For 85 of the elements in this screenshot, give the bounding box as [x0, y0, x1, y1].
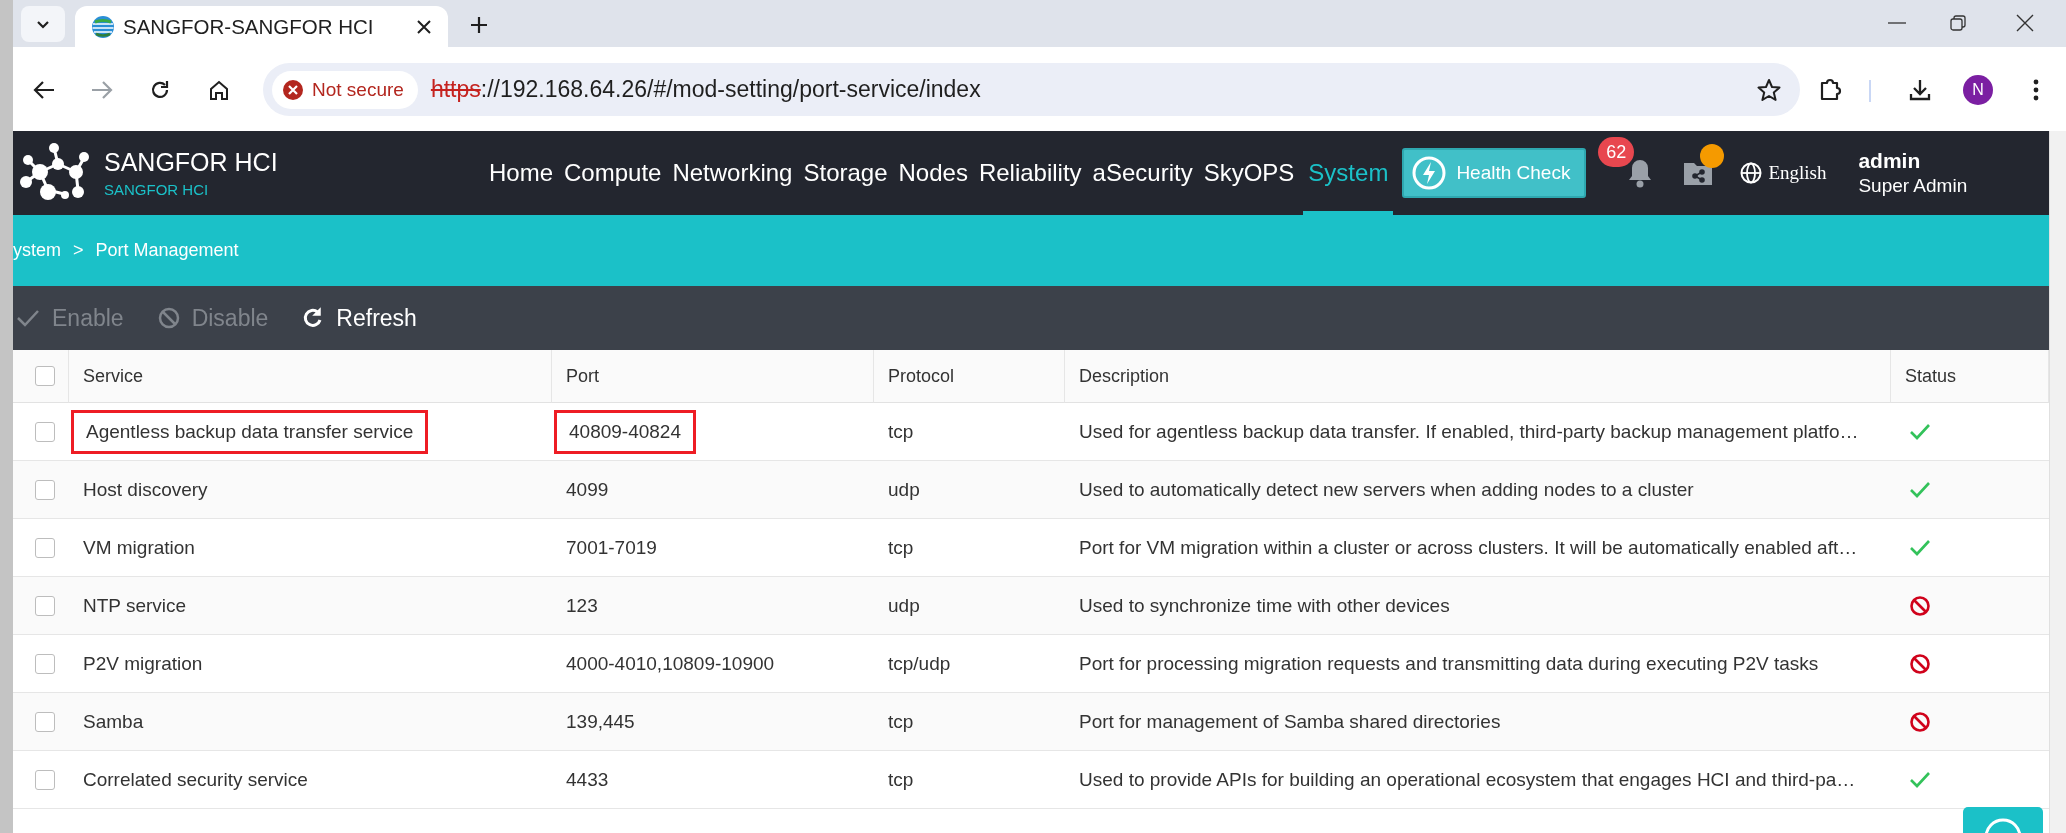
puzzle-icon [1818, 78, 1842, 102]
prohibited-icon [157, 307, 180, 329]
port-number: 40809-40824 [569, 420, 681, 442]
description-text: Used to synchronize time with other devices [1079, 594, 1450, 617]
service-name: Agentless backup data transfer service [86, 420, 414, 442]
product-name: SANGFOR HCI [104, 148, 278, 177]
protocol-text: tcp [888, 536, 914, 559]
url-text: https://192.168.64.26/#/mod-setting/port-service/index [430, 76, 981, 103]
globe-icon [1740, 162, 1763, 184]
nav-tab[interactable]: Storage [801, 131, 890, 215]
column-header: Protocol [888, 365, 955, 387]
protocol-text: tcp [888, 768, 914, 791]
protocol-text: tcp [888, 420, 914, 443]
star-icon [1757, 78, 1781, 102]
lightning-icon [1412, 156, 1447, 190]
column-header: Port [566, 365, 599, 387]
service-name: Correlated security service [83, 768, 308, 791]
port-number: 139,445 [566, 710, 635, 733]
nav-tab[interactable]: Compute [562, 131, 664, 215]
column-header: Status [1905, 365, 1957, 387]
port-number: 4433 [566, 768, 609, 791]
forward-arrow-icon [91, 80, 113, 100]
close-icon [2016, 14, 2034, 32]
row-checkbox[interactable] [35, 479, 55, 500]
port-number: 123 [566, 594, 598, 617]
not-secure-label: Not secure [312, 78, 404, 101]
row-checkbox[interactable] [35, 711, 55, 732]
home-icon [208, 79, 230, 101]
port-number: 4000-4010,10809-10900 [566, 652, 775, 675]
nav-tab[interactable]: SkyOPS [1201, 131, 1297, 215]
globe-logo-icon [91, 14, 115, 39]
browser-tab[interactable]: SANGFOR-SANGFOR HCI [75, 6, 448, 47]
profile-avatar[interactable]: N [1963, 75, 1993, 105]
product-subtitle: SANGFOR HCI [104, 181, 210, 198]
row-checkbox[interactable] [35, 537, 55, 558]
protocol-text: tcp/udp [888, 652, 951, 675]
address-bar[interactable]: Not secure https://192.168.64.26/#/mod-setting/port-service/index [263, 63, 1800, 116]
protocol-text: udp [888, 594, 920, 617]
row-checkbox[interactable] [35, 595, 55, 616]
row-checkbox[interactable] [35, 769, 55, 790]
nav-tab[interactable]: Nodes [896, 131, 970, 215]
plus-icon [469, 15, 489, 35]
service-name: Samba [83, 710, 144, 733]
reload-icon [149, 79, 171, 101]
checkmark-icon [16, 308, 40, 328]
kebab-menu-icon [2033, 79, 2039, 101]
description-text: Used to provide APIs for building an operational ecosystem that engages HCI and third-pa… [1079, 768, 1856, 791]
protocol-text: tcp [888, 710, 914, 733]
port-number: 4099 [566, 478, 609, 501]
notification-badge: 62 [1598, 137, 1635, 167]
select-all-checkbox[interactable] [34, 366, 55, 386]
description-text: Used for agentless backup data transfer. If enabled, third-party backup management platfo… [1079, 420, 1859, 443]
site-security-button[interactable]: Not secure [272, 70, 418, 109]
description-text: Port for VM migration within a cluster or across clusters. It will be automatically enabled aft… [1079, 536, 1858, 559]
protocol-text: udp [888, 478, 920, 501]
row-checkbox[interactable] [35, 653, 55, 674]
restore-icon [1950, 15, 1966, 31]
warning-x-icon [282, 78, 304, 101]
shared-folder-icon [1683, 160, 1714, 186]
row-checkbox[interactable] [35, 421, 55, 442]
service-name: Host discovery [83, 478, 208, 501]
service-name: NTP service [83, 594, 187, 617]
nav-tab[interactable]: aSecurity [1090, 131, 1195, 215]
tab-title: SANGFOR-SANGFOR HCI [123, 14, 374, 39]
nav-tab[interactable]: Networking [670, 131, 795, 215]
breadcrumb-separator: > [73, 240, 84, 261]
column-header: Service [83, 365, 144, 387]
close-icon [416, 19, 432, 35]
description-text: Port for processing migration requests and transmitting data during executing P2V tasks [1079, 652, 1819, 675]
service-name: VM migration [83, 536, 195, 559]
language-selector[interactable]: English [1740, 131, 1827, 215]
minimize-icon [1888, 22, 1906, 24]
description-text: Port for management of Samba shared directories [1079, 710, 1501, 733]
description-text: Used to automatically detect new servers when adding nodes to a cluster [1079, 478, 1694, 501]
user-role: Super Admin [1858, 175, 1968, 197]
column-header: Description [1079, 365, 1170, 387]
nav-tab[interactable]: Reliability [976, 131, 1084, 215]
bell-icon [1627, 158, 1654, 188]
port-number: 7001-7019 [566, 536, 657, 559]
service-name: P2V migration [83, 652, 203, 675]
user-name: admin [1858, 149, 1922, 173]
refresh-button[interactable]: Refresh [302, 304, 417, 332]
download-icon [1908, 78, 1932, 102]
back-arrow-icon [33, 80, 55, 100]
nav-tab[interactable]: Home [487, 131, 556, 215]
